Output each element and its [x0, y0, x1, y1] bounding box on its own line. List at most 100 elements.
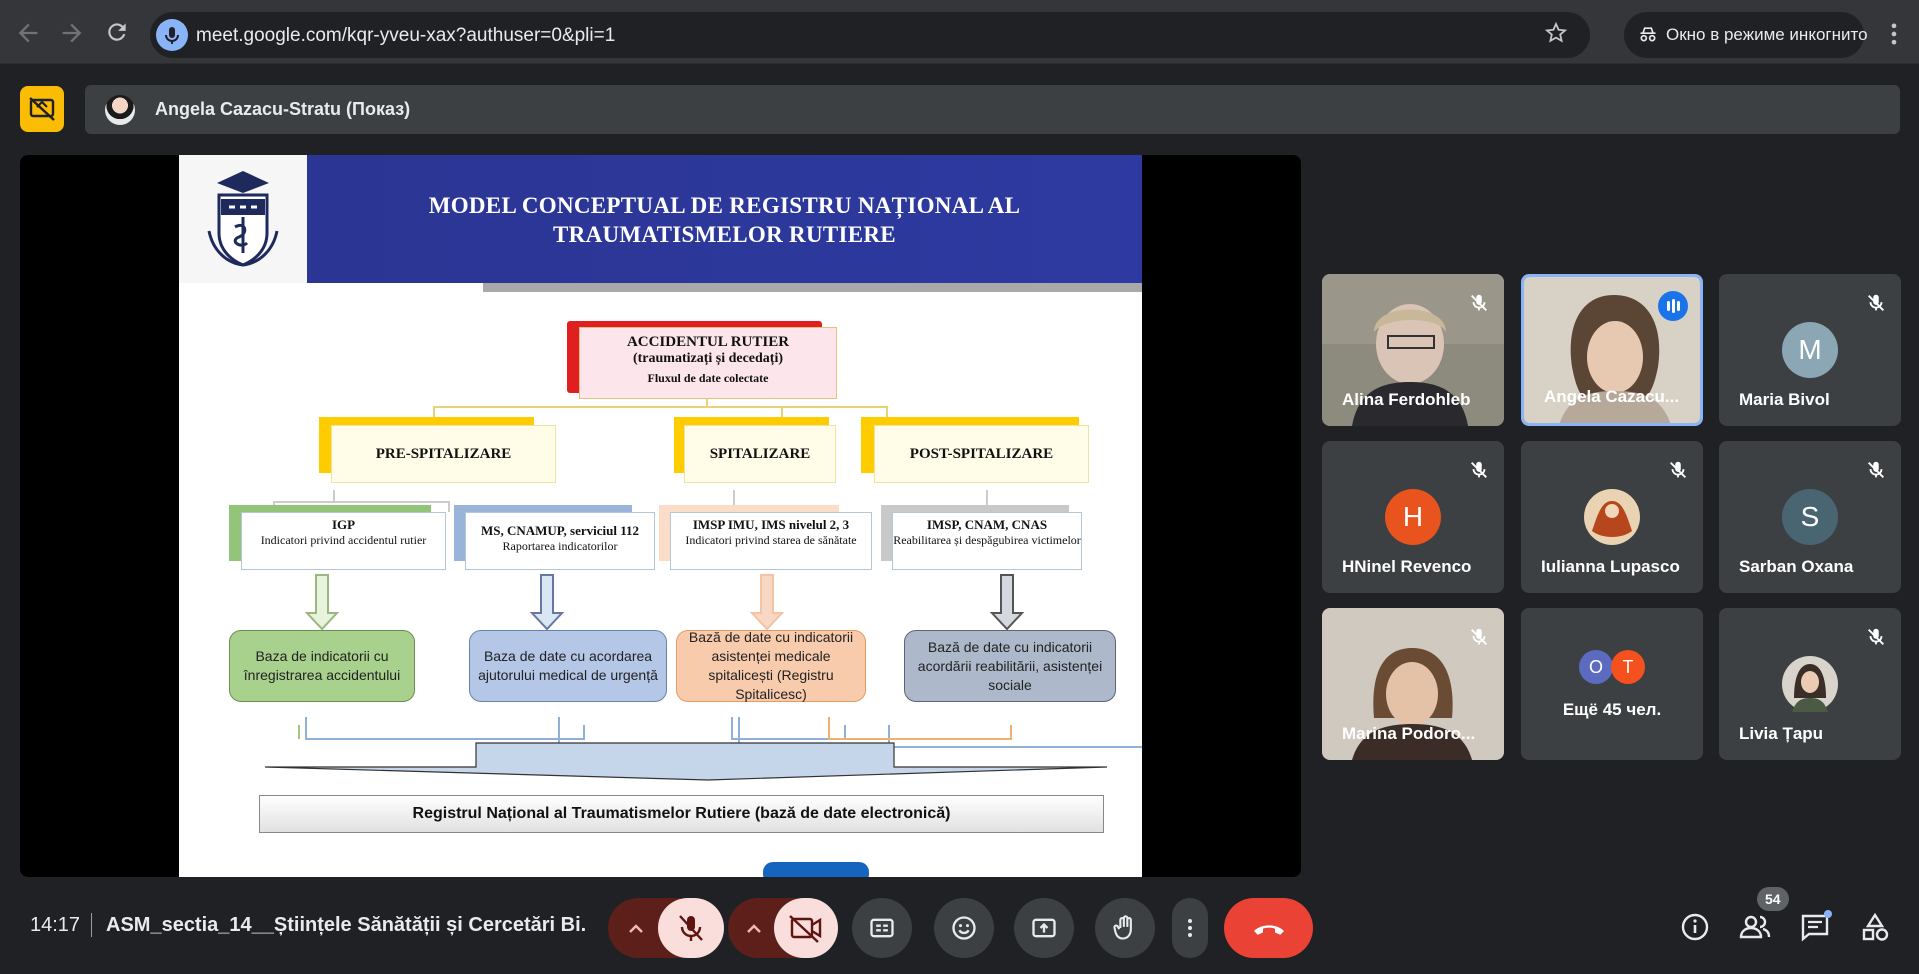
speaking-indicator-icon: [1658, 291, 1688, 321]
reactions-button[interactable]: [934, 898, 994, 958]
more-participants-label: Ещё 45 чел.: [1562, 700, 1662, 719]
source-box-ms: MS, CNAMUP, serviciul 112 Raportarea ind…: [465, 512, 655, 570]
more-options-button[interactable]: [1172, 898, 1208, 958]
participant-tile[interactable]: Livia Țapu: [1719, 608, 1901, 760]
participant-tile[interactable]: S Sarban Oxana: [1719, 441, 1901, 593]
captions-button[interactable]: [852, 898, 912, 958]
url-text: meet.google.com/kqr-yveu-xax?authuser=0&…: [196, 25, 616, 46]
source-text: Reabilitarea și despăgubirea victimelor: [893, 533, 1081, 547]
database-hospital-box: Bază de date cu indicatorii asistenței m…: [676, 629, 866, 702]
participant-tile[interactable]: Alina Ferdohleb: [1322, 274, 1504, 426]
source-title: IMSP, CNAM, CNAS: [926, 517, 1048, 532]
mic-off-icon: [1471, 461, 1487, 478]
current-time: 14:17: [30, 914, 81, 936]
activities-button[interactable]: [1853, 905, 1897, 949]
forward-arrow-icon[interactable]: [58, 19, 86, 47]
national-registry-box: Registrul Național al Traumatismelor Rut…: [259, 795, 1104, 833]
presenter-avatar: [105, 95, 135, 125]
source-title: IMSP IMU, IMS nivelul 2, 3: [692, 517, 850, 532]
database-emergency-box: Baza de date cu acordarea ajutorului med…: [469, 630, 667, 702]
incognito-icon: [1640, 27, 1656, 42]
back-arrow-icon[interactable]: [14, 19, 42, 47]
chat-button[interactable]: [1793, 905, 1837, 949]
address-bar[interactable]: meet.google.com/kqr-yveu-xax?authuser=0&…: [150, 12, 1590, 58]
source-box-igp: IGP Indicatori privind accidentul rutier: [241, 512, 446, 570]
source-title: MS, CNAMUP, serviciul 112: [480, 523, 640, 538]
accident-box-title: ACCIDENTUL RUTIER: [626, 334, 790, 350]
accident-box-note: Fluxul de date colectate: [647, 371, 769, 385]
database-accident-box: Baza de indicatorii cu înregistrarea acc…: [229, 630, 415, 702]
leave-call-button[interactable]: [1224, 898, 1313, 958]
presenter-name: Angela Cazacu-Stratu (Показ): [155, 99, 411, 119]
participant-tile-speaking[interactable]: Angela Cazacu...: [1521, 274, 1703, 426]
people-icon: [1739, 915, 1771, 939]
presenter-bar: Angela Cazacu-Stratu (Показ): [85, 85, 1900, 134]
participant-avatar: T: [1611, 650, 1645, 684]
participant-name: Marina Podoro...: [1342, 724, 1476, 743]
participant-avatar: O: [1579, 650, 1613, 684]
shared-slide: MODEL CONCEPTUAL DE REGISTRU NAȚIONAL AL…: [179, 155, 1142, 877]
accident-box: ACCIDENTUL RUTIER (traumatizați și deced…: [579, 327, 837, 399]
mic-off-icon: [1868, 461, 1884, 478]
participant-name: Livia Țapu: [1739, 724, 1824, 743]
people-count-badge: 54: [1757, 887, 1789, 911]
present-now-button[interactable]: [1014, 898, 1074, 958]
mic-off-icon: [1868, 628, 1884, 645]
participant-avatar: S: [1782, 489, 1838, 545]
participant-tile[interactable]: H HNinel Revenco: [1322, 441, 1504, 593]
source-text: Raportarea indicatorilor: [502, 539, 618, 553]
present-off-icon: [29, 97, 55, 121]
phase-hospital: SPITALIZARE: [684, 425, 836, 483]
more-participants-tile[interactable]: O T Ещё 45 чел.: [1521, 608, 1703, 760]
source-title: IGP: [331, 517, 356, 532]
raise-hand-button[interactable]: [1095, 898, 1155, 958]
camera-control-group: [728, 898, 838, 958]
browser-toolbar: meet.google.com/kqr-yveu-xax?authuser=0&…: [0, 0, 1919, 64]
participant-name: Sarban Oxana: [1739, 557, 1854, 576]
mic-options-chevron-icon[interactable]: [608, 898, 664, 958]
meeting-details-button[interactable]: [1673, 905, 1717, 949]
raise-hand-icon: [1113, 915, 1132, 940]
microphone-in-use-icon[interactable]: [156, 19, 188, 51]
participant-avatar-photo: [1584, 489, 1640, 545]
participant-avatar-photo: [1782, 656, 1838, 712]
mic-off-icon: [1471, 628, 1487, 645]
more-vertical-icon: [1188, 919, 1192, 937]
divider: [91, 913, 92, 937]
participant-tile[interactable]: Iulianna Lupasco: [1521, 441, 1703, 593]
source-text: Indicatori privind starea de sănătate: [685, 533, 857, 547]
camera-options-chevron-icon[interactable]: [728, 898, 780, 958]
meeting-name: ASM_sectia_14__Științele Sănătății și Ce…: [106, 914, 586, 936]
present-screen-icon: [1032, 918, 1056, 938]
stop-presenting-button[interactable]: [20, 86, 64, 132]
participant-tile[interactable]: M Maria Bivol: [1719, 274, 1901, 426]
info-icon: [1681, 913, 1709, 941]
mic-off-icon: [1868, 294, 1884, 311]
mic-off-icon: [679, 915, 703, 941]
camera-off-icon: [789, 915, 822, 943]
reload-icon[interactable]: [103, 19, 131, 47]
phase-pre-hospital: PRE-SPITALIZARE: [331, 425, 556, 483]
presentation-stage[interactable]: MODEL CONCEPTUAL DE REGISTRU NAȚIONAL AL…: [20, 155, 1301, 877]
source-box-imsp-cnam: IMSP, CNAM, CNAS Reabilitarea și despăgu…: [892, 512, 1082, 570]
emoji-icon: [952, 916, 976, 940]
mic-off-icon: [1670, 461, 1686, 478]
browser-menu-icon[interactable]: [1880, 20, 1908, 48]
end-call-icon: [1253, 925, 1284, 935]
participant-name: HNinel Revenco: [1342, 557, 1472, 576]
participant-name: Maria Bivol: [1739, 390, 1830, 409]
people-button[interactable]: [1733, 905, 1777, 949]
phase-post-hospital: POST-SPITALIZARE: [874, 425, 1089, 483]
incognito-indicator[interactable]: Окно в режиме инкогнито: [1624, 12, 1868, 58]
activities-shapes-icon: [1862, 912, 1889, 941]
bookmark-star-icon[interactable]: [1544, 21, 1568, 51]
microphone-toggle-button[interactable]: [658, 898, 724, 958]
chat-icon: [1801, 910, 1832, 942]
camera-toggle-button[interactable]: [774, 898, 838, 958]
microphone-control-group: [608, 898, 724, 958]
mic-off-icon: [1471, 294, 1487, 311]
database-social-box: Bază de date cu indicatorii acordării re…: [904, 630, 1116, 702]
participant-tile[interactable]: Marina Podoro...: [1322, 608, 1504, 760]
participant-name: Alina Ferdohleb: [1342, 390, 1471, 409]
participant-name: Angela Cazacu...: [1544, 387, 1680, 406]
